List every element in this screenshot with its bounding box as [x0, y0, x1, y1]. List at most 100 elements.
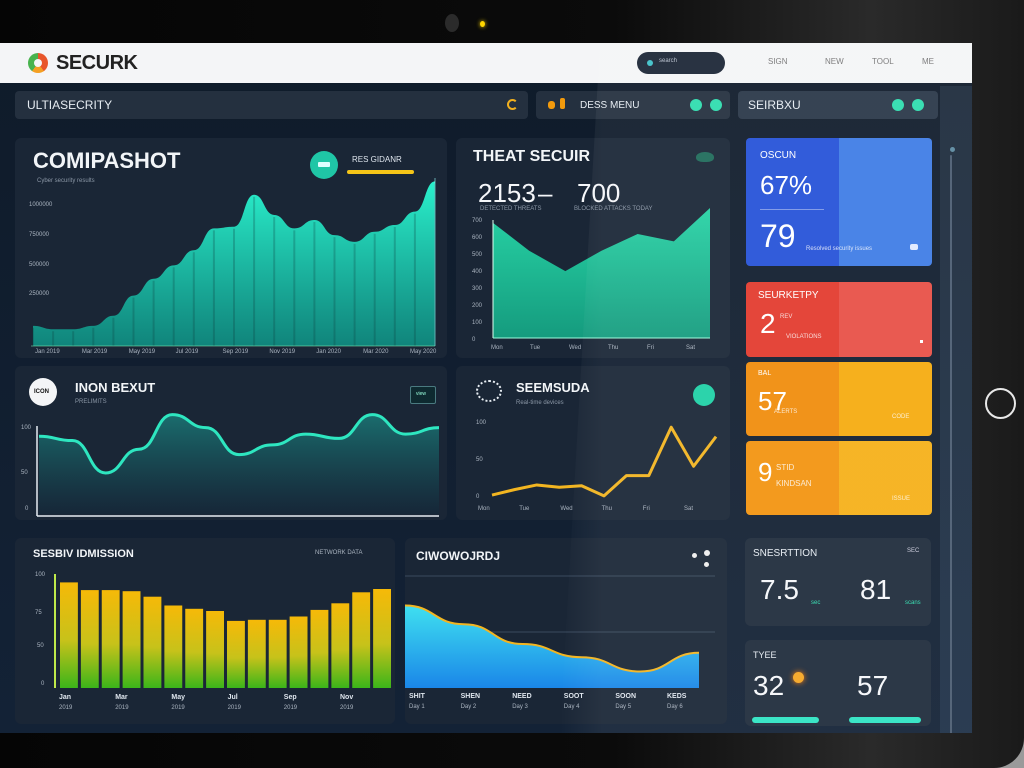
panel-threat: THEAT SECUIR 2153 – DETECTED THREATS 700… — [456, 138, 730, 358]
area-fill — [493, 208, 710, 338]
nav-link-new[interactable]: NEW — [825, 57, 844, 66]
y-tick: 400 — [472, 269, 483, 275]
x-tick: 2019 — [340, 705, 354, 711]
stat-value-scans: 81 — [860, 574, 892, 605]
compare-area-chart — [31, 178, 436, 347]
x-tick: Day 1 — [409, 704, 425, 710]
y-tick: 0 — [472, 337, 476, 343]
search-icon — [647, 60, 653, 66]
panel-crowd: CIWOWOJRDJ SHIT Day 1 SHEN Day 2 NEED Day 3 SO… — [405, 538, 727, 724]
section-bar-main[interactable]: ULTIASECRITY — [15, 91, 528, 119]
x-tick: Day 4 — [563, 704, 580, 710]
tile-sub: VIOLATIONS — [786, 334, 822, 340]
x-tick: Sep — [283, 694, 297, 701]
bar — [185, 608, 204, 688]
area-fill — [405, 605, 699, 688]
camera-led-icon — [480, 21, 485, 27]
divider — [760, 209, 824, 210]
side-title: SEIRBXU — [748, 98, 801, 112]
stat-unit: scans — [905, 600, 921, 606]
x-tick: Jul — [227, 694, 238, 701]
refresh-icon[interactable] — [507, 99, 518, 110]
nav-link-me[interactable]: ME — [922, 57, 934, 66]
tile-sub: ALERTS — [774, 409, 798, 415]
search-placeholder: search — [659, 58, 678, 64]
status-dot-icon — [912, 99, 924, 111]
tile-sub-top: STID — [776, 463, 795, 472]
y-tick: 100 — [472, 320, 483, 326]
x-tick: Tue — [530, 345, 541, 351]
x-tick: May 2019 — [128, 349, 156, 355]
nav-link-sign[interactable]: SIGN — [768, 57, 788, 66]
bar — [310, 609, 329, 688]
scrollbar[interactable] — [950, 155, 952, 733]
monitor-line-chart — [36, 413, 440, 517]
x-tick: 2019 — [115, 705, 129, 711]
x-tick: 2019 — [171, 705, 185, 711]
bar — [122, 591, 141, 688]
panel-compare: COMIPASHOT Cyber security results RES GI… — [15, 138, 447, 358]
x-tick: Sep 2019 — [222, 349, 249, 355]
progress-bar — [752, 717, 819, 723]
x-tick: Mon — [478, 506, 490, 512]
stat-value: 57 — [857, 670, 889, 701]
home-button[interactable] — [985, 388, 1016, 419]
section-bar-menu[interactable]: DESS MENU — [536, 91, 730, 119]
logo-icon — [28, 53, 48, 73]
x-tick: Nov 2019 — [269, 349, 296, 355]
x-tick: Jan 2019 — [35, 349, 60, 355]
tile-issues[interactable]: 9 STID KINDSAN ISSUE — [746, 441, 932, 515]
x-tick: SHEN — [460, 693, 481, 700]
tile-sub-secondary: CODE — [892, 414, 910, 420]
x-tick: Fri — [642, 506, 650, 512]
tile-alerts[interactable]: BAL 57 ALERTS CODE — [746, 362, 932, 436]
x-tick: Jan — [59, 694, 72, 701]
tile-value: 67% — [760, 170, 813, 200]
sensor-line-chart — [491, 425, 718, 498]
x-tick: May — [171, 694, 186, 701]
x-tick: Nov — [340, 694, 354, 701]
status-dot-icon — [710, 99, 722, 111]
tile-sub: Resolved security issues — [806, 246, 873, 252]
bar — [206, 611, 224, 688]
x-tick: 2019 — [283, 705, 298, 711]
brand-name: SECURK — [56, 52, 138, 74]
nav-link-tool[interactable]: TOOL — [872, 57, 894, 66]
stat-value: 32 — [753, 670, 785, 701]
stat-header: SNESRTTION — [753, 548, 818, 559]
tile-label: OSCUN — [760, 150, 797, 161]
bar — [247, 619, 266, 688]
x-tick: Sat — [684, 506, 694, 512]
bar — [143, 596, 162, 688]
bar — [352, 592, 371, 688]
x-tick: Thu — [608, 345, 619, 351]
x-tick: NEED — [512, 693, 532, 700]
stat-card-duration: SNESRTTION SEC 7.5 sec 81 scans — [745, 538, 931, 626]
tile-violations[interactable]: SEURKETPY 2 REV VIOLATIONS — [746, 282, 932, 357]
bar — [268, 619, 287, 688]
x-tick: Thu — [601, 506, 612, 512]
top-bar: SECURK search SIGN NEW TOOL ME — [0, 43, 972, 83]
progress-bar — [849, 717, 921, 723]
section-bar-side[interactable]: SEIRBXU — [738, 91, 938, 119]
flag-icon — [560, 98, 565, 109]
bar — [80, 590, 99, 688]
link-icon[interactable] — [910, 244, 918, 250]
tile-overview[interactable]: OSCUN 67% 79 Resolved security issues — [746, 138, 932, 266]
menu-title: DESS MENU — [580, 100, 640, 111]
search-input[interactable]: search — [637, 52, 725, 74]
stat-unit: sec — [811, 600, 821, 606]
y-tick: 700 — [472, 218, 483, 224]
bar — [373, 589, 391, 688]
dashboard-screen: SECURK search SIGN NEW TOOL ME ULTIASECR… — [0, 43, 972, 733]
x-tick: Wed — [569, 345, 582, 351]
x-tick: Fri — [647, 345, 654, 351]
x-tick: Mar 2020 — [363, 349, 389, 355]
x-tick: Jan 2020 — [316, 349, 341, 355]
bar — [331, 603, 350, 688]
x-tick: Wed — [560, 506, 573, 512]
stat-header-badge: SEC — [907, 548, 920, 554]
bar — [101, 590, 120, 688]
x-tick: Day 6 — [667, 704, 683, 710]
threat-area-chart — [492, 208, 710, 339]
